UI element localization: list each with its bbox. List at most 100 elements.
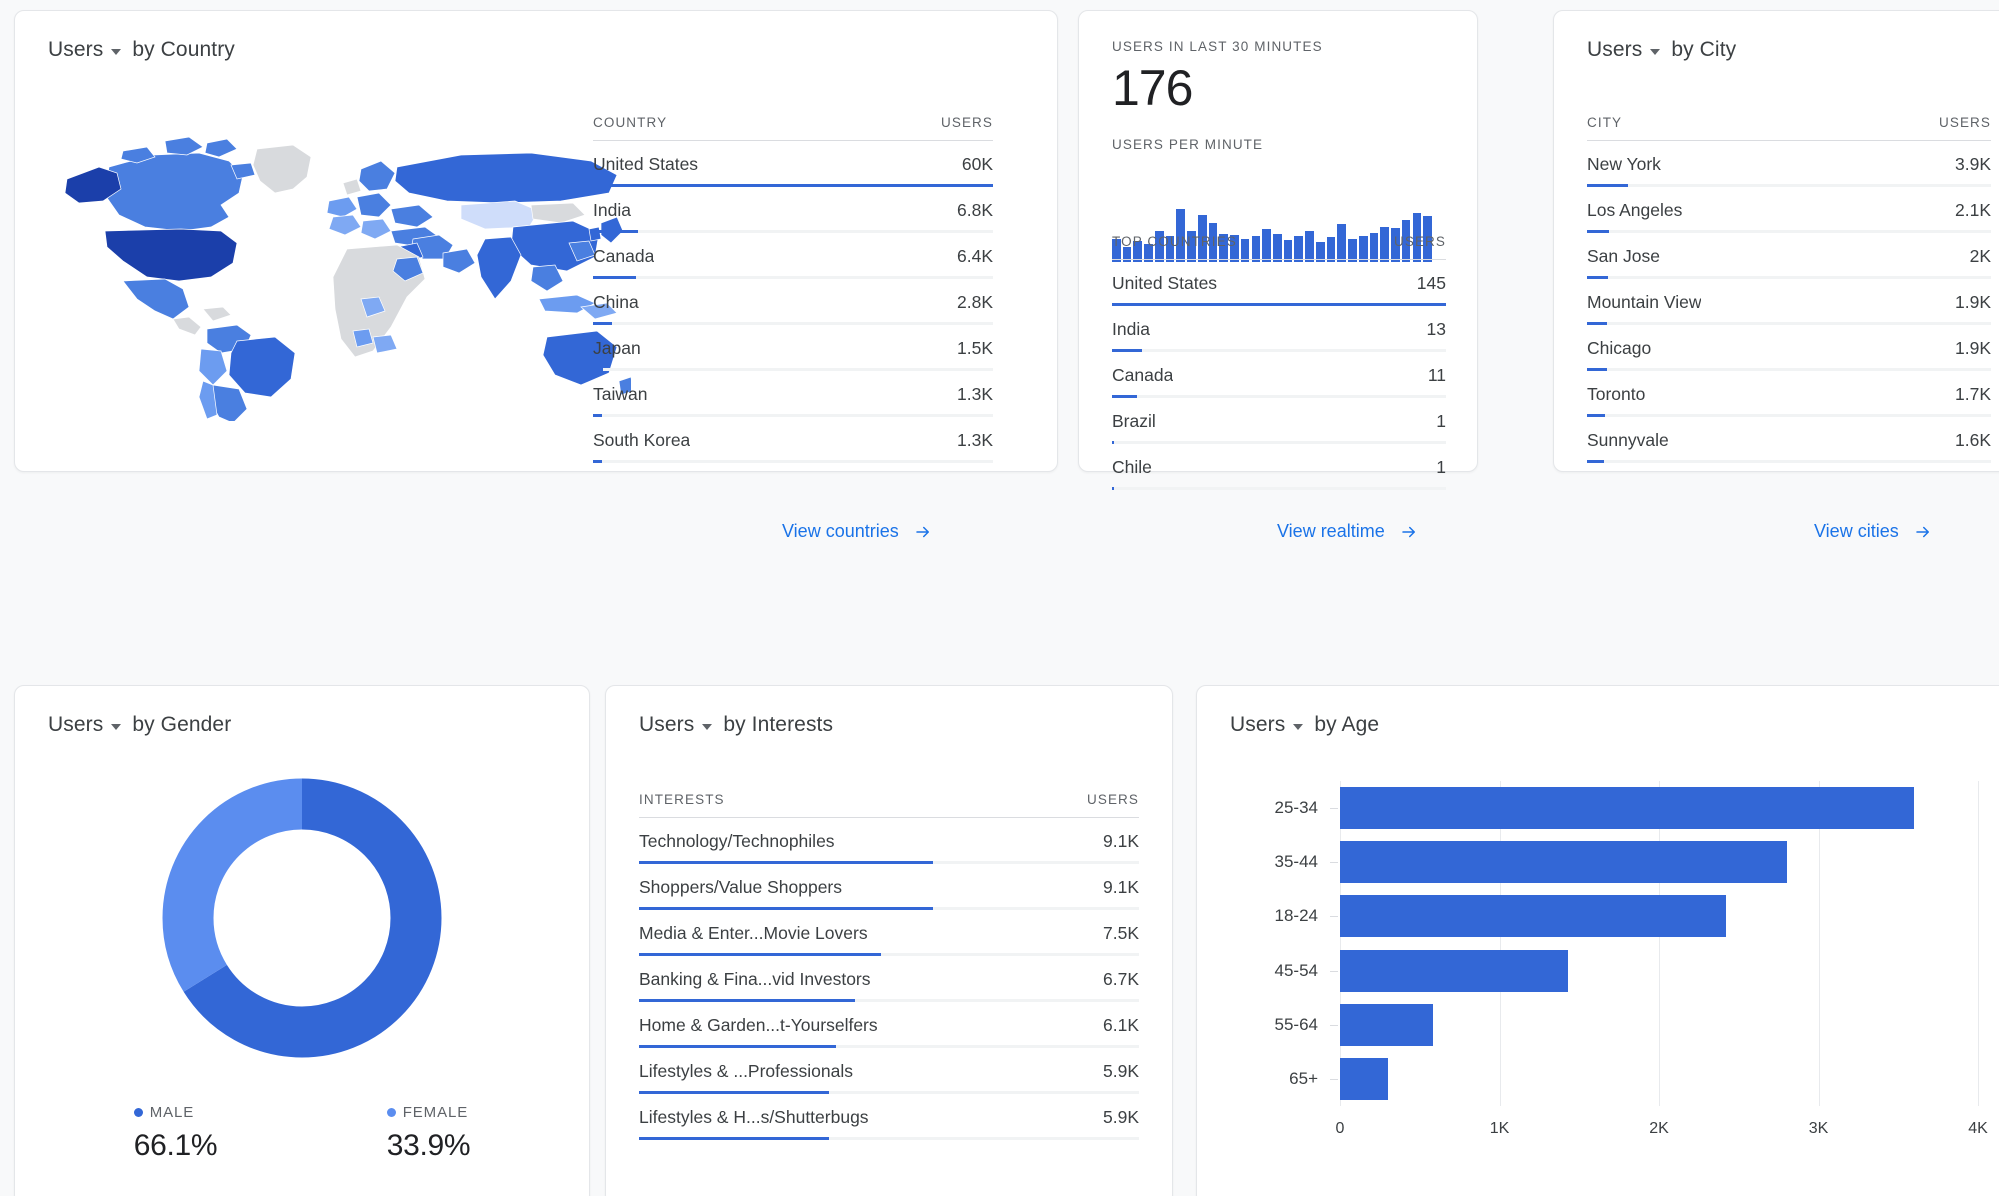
metric-selector-city[interactable]: Users	[1587, 38, 1642, 62]
age-category-label: 65+	[1289, 1068, 1318, 1088]
metric-selector-gender[interactable]: Users	[48, 713, 103, 737]
view-realtime-link[interactable]: View realtime	[1277, 521, 1420, 542]
table-row[interactable]: Taiwan 1.3K	[593, 371, 993, 417]
row-label: Chile	[1112, 457, 1152, 477]
arrow-right-icon	[915, 526, 929, 537]
row-value: 7.5K	[1103, 923, 1139, 943]
table-row[interactable]: Lifestyles & H...s/Shutterbugs 5.9K	[639, 1094, 1139, 1140]
dimension-label-interests: by Interests	[723, 713, 834, 736]
row-value: 1	[1436, 411, 1446, 431]
table-row[interactable]: China 2.8K	[593, 279, 993, 325]
age-bar[interactable]	[1340, 1003, 1433, 1046]
table-row[interactable]: Toronto 1.7K	[1587, 371, 1991, 417]
row-value: 1.7K	[1955, 384, 1991, 404]
chevron-down-icon[interactable]	[1293, 723, 1304, 730]
city-table: CITY USERS New York 3.9K Los Angeles 2.1K Sa…	[1587, 115, 1991, 463]
table-row[interactable]: India 6.8K	[593, 187, 993, 233]
age-category-label: 55-64	[1274, 1014, 1318, 1034]
chevron-down-icon[interactable]	[702, 723, 713, 730]
row-label: New York	[1587, 154, 1661, 174]
row-bar-track	[639, 1137, 1139, 1140]
age-bar-row: 55-64	[1275, 998, 1978, 1052]
age-bar-row: 18-24	[1275, 889, 1978, 943]
x-axis-tick-label: 1K	[1489, 1120, 1510, 1137]
row-label: South Korea	[593, 430, 691, 450]
age-bar[interactable]	[1340, 1057, 1388, 1100]
y-axis-tick	[1330, 1024, 1338, 1026]
arrow-right-icon	[1401, 526, 1415, 537]
age-bar-row: 65+	[1289, 1052, 1978, 1106]
gridline	[1978, 781, 1979, 1106]
card-title-country: Users by Country	[48, 38, 235, 62]
age-bar[interactable]	[1340, 949, 1569, 992]
row-label: Canada	[1112, 365, 1174, 385]
table-row[interactable]: San Jose 2K	[1587, 233, 1991, 279]
row-value: 5.9K	[1103, 1061, 1139, 1081]
table-row[interactable]: Technology/Technophiles 9.1K	[639, 818, 1139, 864]
row-label: San Jose	[1587, 246, 1660, 266]
y-axis-tick	[1330, 808, 1338, 810]
view-countries-link[interactable]: View countries	[782, 521, 934, 542]
table-row[interactable]: Home & Garden...t-Yourselfers 6.1K	[639, 1002, 1139, 1048]
age-category-label: 45-54	[1274, 960, 1318, 980]
country-table-header: COUNTRY USERS	[593, 115, 993, 141]
legend-label-male: MALE	[149, 1104, 195, 1121]
realtime-users-count: 176	[1112, 60, 1193, 116]
row-label: India	[593, 200, 631, 220]
table-row[interactable]: Canada 11	[1112, 352, 1446, 398]
country-table: COUNTRY USERS United States 60K India 6.8K C…	[593, 115, 993, 463]
view-cities-link[interactable]: View cities	[1814, 521, 1934, 542]
table-row[interactable]: Sunnyvale 1.6K	[1587, 417, 1991, 463]
row-label: Mountain View	[1587, 292, 1702, 312]
table-row[interactable]: New York 3.9K	[1587, 141, 1991, 187]
arrow-right-icon	[1915, 526, 1929, 537]
age-bar[interactable]	[1340, 895, 1726, 938]
age-bar-row: 45-54	[1275, 944, 1978, 998]
card-users-by-country: Users by Country COUNTRY USERS United St…	[14, 10, 1058, 541]
table-row[interactable]: South Korea 1.3K	[593, 417, 993, 463]
age-plot-area: 0 1K 2K 3K 4K 25-34 35-44 18-24 45-54 55-64 65+	[1275, 781, 1988, 1137]
metric-selector-age[interactable]: Users	[1230, 713, 1285, 737]
row-value: 3.9K	[1955, 154, 1991, 174]
y-axis-tick	[1330, 970, 1338, 972]
table-row[interactable]: Brazil 1	[1112, 398, 1446, 444]
chevron-down-icon[interactable]	[111, 723, 122, 730]
dimension-label-city: by City	[1671, 38, 1737, 61]
table-row[interactable]: Lifestyles & ...Professionals 5.9K	[639, 1048, 1139, 1094]
row-value: 6.7K	[1103, 969, 1139, 989]
table-row[interactable]: Mountain View 1.9K	[1587, 279, 1991, 325]
table-row[interactable]: Banking & Fina...vid Investors 6.7K	[639, 956, 1139, 1002]
y-axis-tick	[1330, 862, 1338, 864]
chevron-down-icon[interactable]	[111, 48, 122, 55]
metric-selector-country[interactable]: Users	[48, 38, 103, 62]
row-label: Lifestyles & ...Professionals	[639, 1061, 853, 1081]
row-label: Home & Garden...t-Yourselfers	[639, 1015, 878, 1035]
row-value: 11	[1427, 365, 1446, 385]
card-users-by-age: Users by Age 0 1K 2K 3K 4K 25-34 35-44 18-24 45-…	[1196, 685, 1999, 1196]
row-label: Technology/Technophiles	[639, 831, 835, 851]
table-row[interactable]: Chicago 1.9K	[1587, 325, 1991, 371]
dimension-label-age: by Age	[1314, 713, 1380, 736]
age-bar[interactable]	[1340, 841, 1787, 884]
table-row[interactable]: Japan 1.5K	[593, 325, 993, 371]
col-users: USERS	[940, 115, 993, 130]
table-row[interactable]: Media & Enter...Movie Lovers 7.5K	[639, 910, 1139, 956]
chevron-down-icon[interactable]	[1650, 48, 1661, 55]
age-bar[interactable]	[1340, 787, 1915, 830]
metric-selector-interests[interactable]: Users	[639, 713, 694, 737]
realtime-table-header: TOP COUNTRIES USERS	[1112, 234, 1446, 260]
table-row[interactable]: United States 145	[1112, 260, 1446, 306]
row-value: 9.1K	[1103, 831, 1139, 851]
interests-table-header: INTERESTS USERS	[639, 792, 1139, 818]
table-row[interactable]: United States 60K	[593, 141, 993, 187]
row-value: 2.8K	[957, 292, 993, 312]
table-row[interactable]: Chile 1	[1112, 444, 1446, 490]
row-label: Chicago	[1587, 338, 1652, 358]
table-row[interactable]: Los Angeles 2.1K	[1587, 187, 1991, 233]
table-row[interactable]: Canada 6.4K	[593, 233, 993, 279]
table-row[interactable]: India 13	[1112, 306, 1446, 352]
row-label: Los Angeles	[1587, 200, 1683, 220]
row-value: 13	[1426, 319, 1446, 339]
col-users-city: USERS	[1938, 115, 1991, 130]
table-row[interactable]: Shoppers/Value Shoppers 9.1K	[639, 864, 1139, 910]
